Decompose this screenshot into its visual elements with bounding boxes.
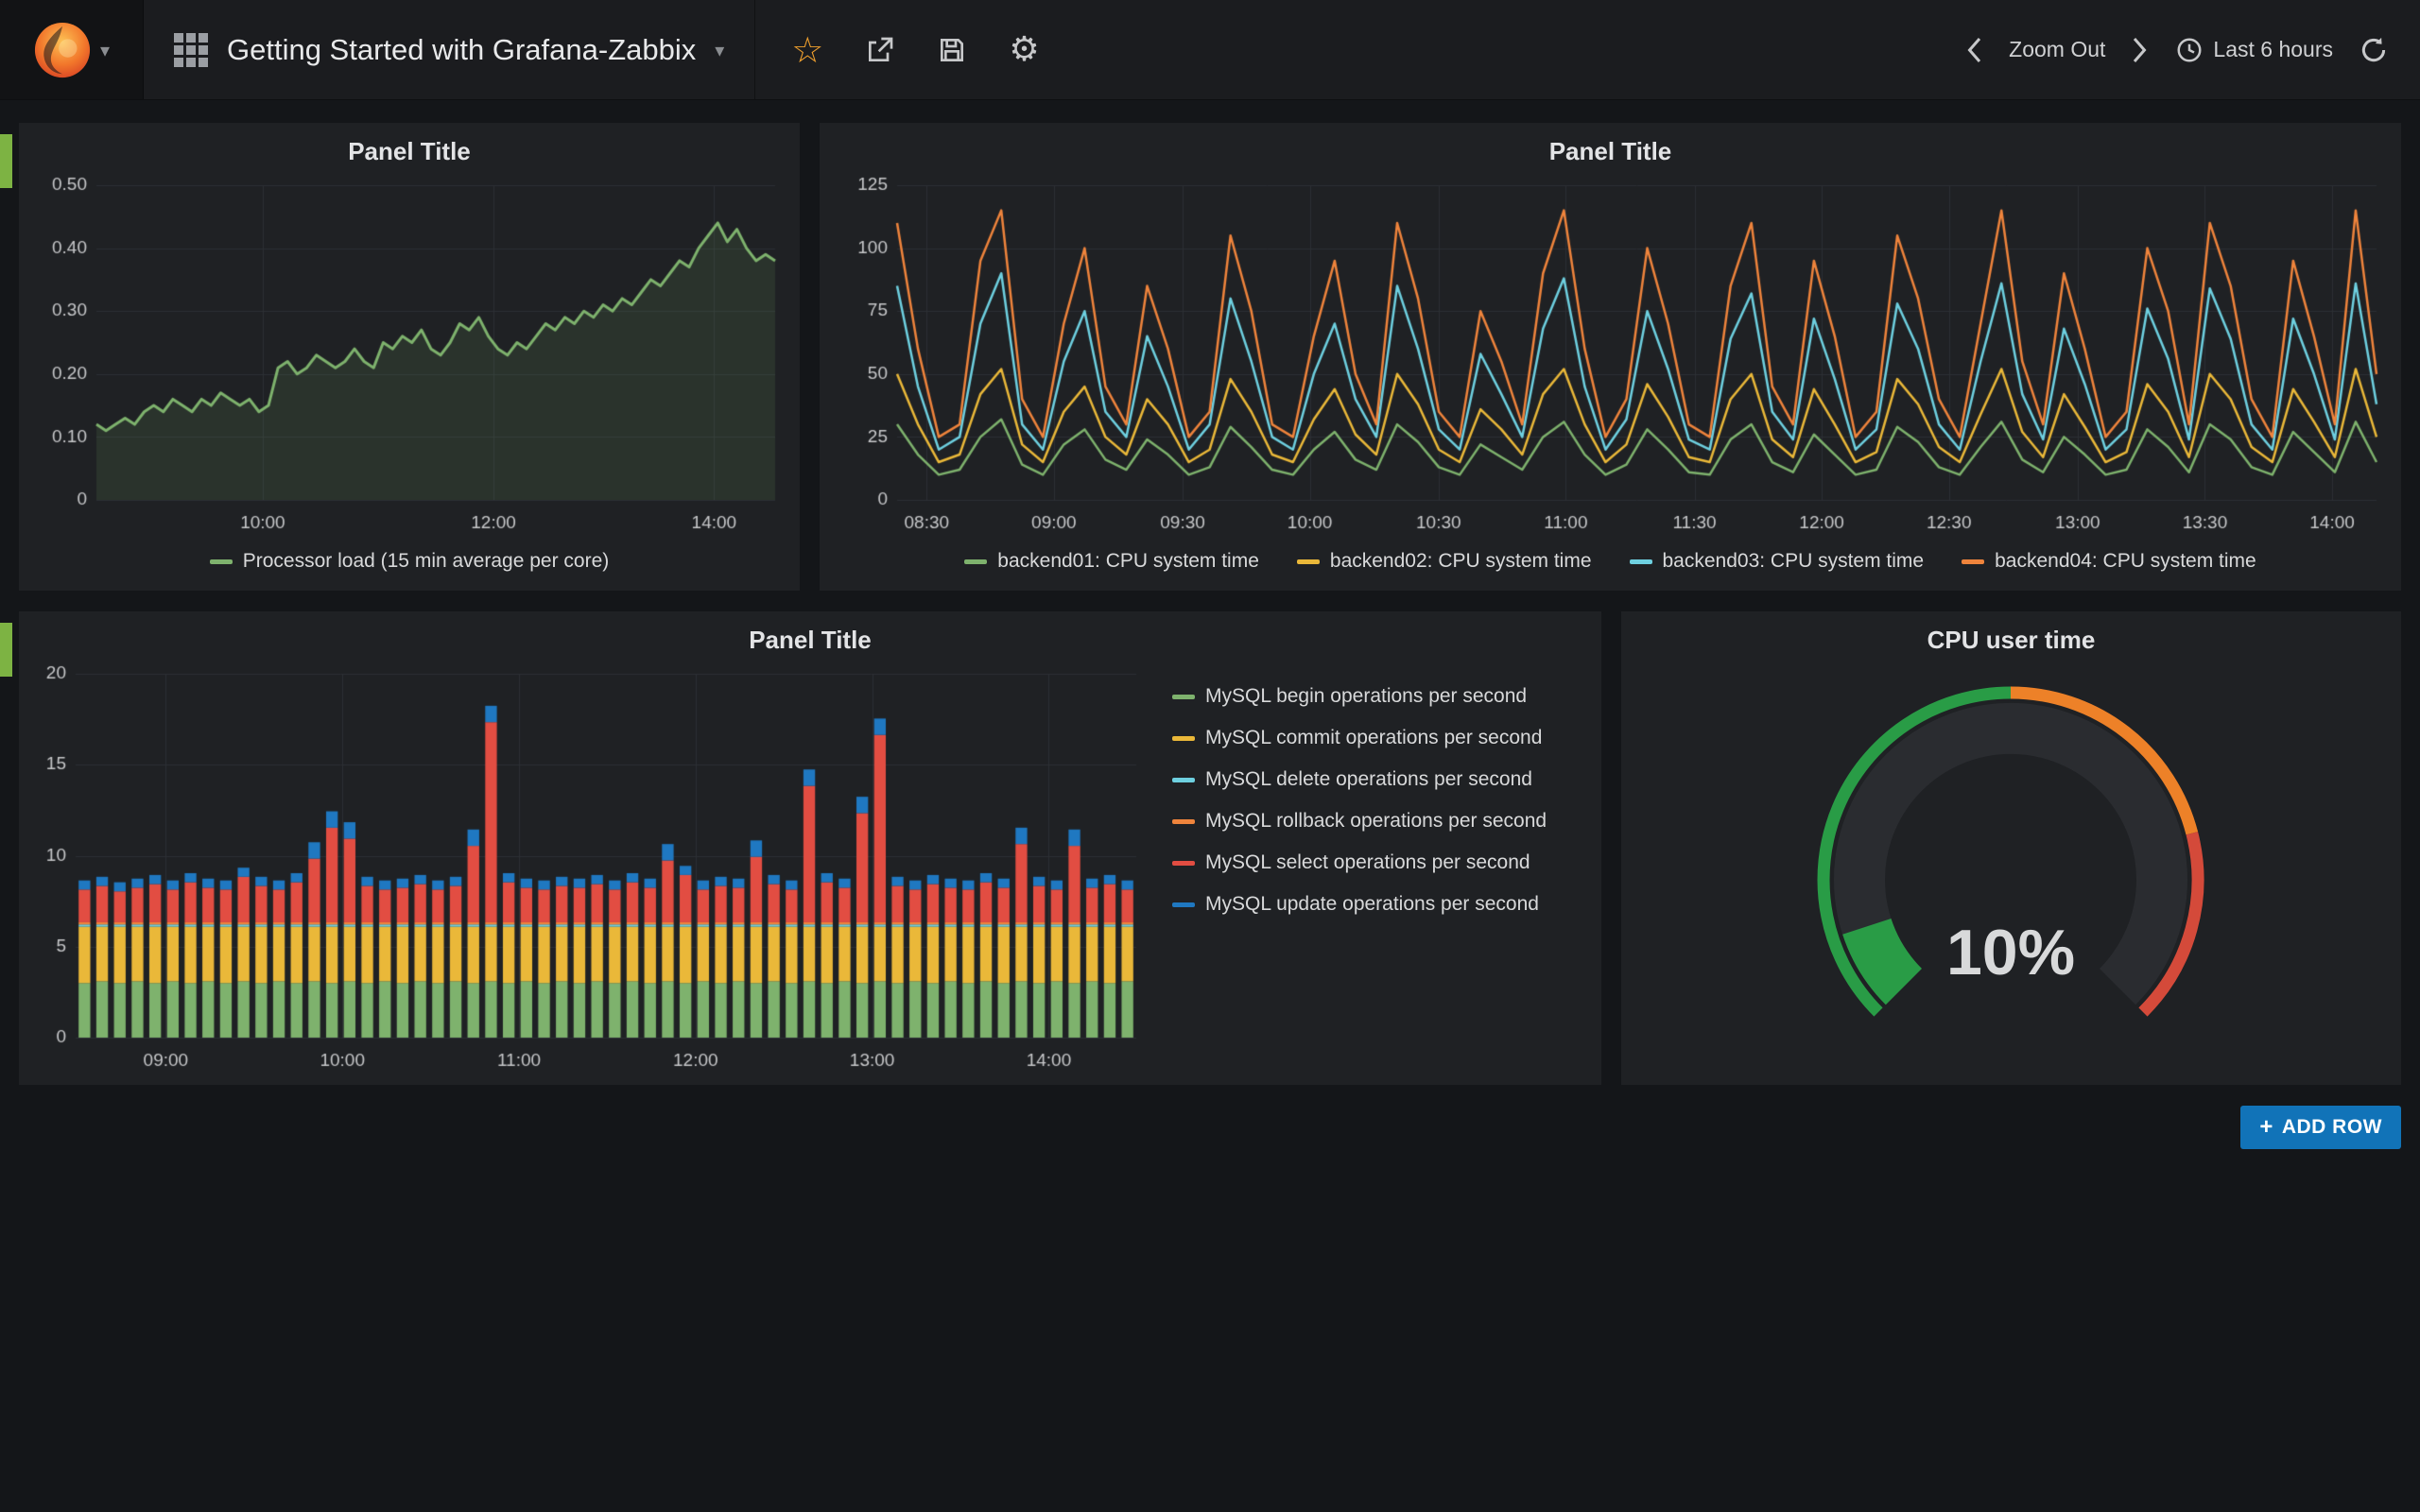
dashboard-grid-icon [174,33,208,67]
legend-color-swatch [1962,559,1984,564]
legend: Processor load (15 min average per core) [26,540,792,583]
legend-color-swatch [1172,736,1195,741]
legend-label: backend04: CPU system time [1995,550,2256,573]
panel-title[interactable]: CPU user time [1629,619,2394,661]
legend-item[interactable]: MySQL update operations per second [1172,893,1586,916]
panel-cpu-system-time: Panel Title backend01: CPU system time b… [820,123,2401,591]
row-toggle-handle[interactable] [0,134,12,188]
save-icon [937,35,967,65]
add-row-button[interactable]: + ADD ROW [2240,1106,2401,1149]
legend-label: MySQL delete operations per second [1205,768,1532,791]
gear-icon: ⚙ [1009,33,1039,67]
chevron-down-icon: ▾ [715,39,724,61]
add-row-bar: + ADD ROW [19,1106,2401,1149]
legend-label: backend02: CPU system time [1330,550,1592,573]
zoom-out-button[interactable]: Zoom Out [2009,37,2105,62]
legend-color-swatch [1172,819,1195,824]
time-shift-back-button[interactable] [1965,36,1982,64]
panel-title[interactable]: Panel Title [26,130,792,172]
legend-item[interactable]: Processor load (15 min average per core) [210,550,610,573]
chevron-left-icon [1965,36,1982,64]
legend-label: backend03: CPU system time [1663,550,1925,573]
settings-button[interactable]: ⚙ [1009,33,1039,67]
chevron-down-icon: ▾ [100,39,110,61]
legend-item[interactable]: backend03: CPU system time [1630,550,1925,573]
legend-label: backend01: CPU system time [997,550,1259,573]
legend-label: MySQL commit operations per second [1205,727,1542,749]
panel-title[interactable]: Panel Title [26,619,1594,661]
legend-label: MySQL select operations per second [1205,851,1530,874]
legend-label: MySQL update operations per second [1205,893,1539,916]
legend-item[interactable]: MySQL select operations per second [1172,851,1586,874]
time-range-button[interactable]: Last 6 hours [2175,36,2333,64]
dashboard-actions: ☆ ⚙ [754,0,1075,99]
panel-processor-load: Panel Title Processor load (15 min avera… [19,123,800,591]
panel-mysql-operations: Panel Title MySQL begin operations per s… [19,611,1601,1085]
panel-title[interactable]: Panel Title [827,130,2394,172]
time-shift-forward-button[interactable] [2132,36,2149,64]
time-range-label: Last 6 hours [2213,37,2333,62]
dashboard-title: Getting Started with Grafana-Zabbix [227,33,696,67]
legend-color-swatch [964,559,987,564]
clock-icon [2175,36,2204,64]
dashboard-row-1: Panel Title Processor load (15 min avera… [19,123,2401,591]
dashboard-title-button[interactable]: Getting Started with Grafana-Zabbix ▾ [144,0,754,99]
navbar: ▾ Getting Started with Grafana-Zabbix ▾ … [0,0,2420,100]
dashboard-body: Panel Title Processor load (15 min avera… [0,100,2420,1149]
chevron-right-icon [2132,36,2149,64]
processor-load-chart[interactable] [26,172,792,540]
legend-color-swatch [1630,559,1652,564]
plus-icon: + [2259,1116,2273,1139]
legend-item[interactable]: MySQL delete operations per second [1172,768,1586,791]
legend-color-swatch [1172,902,1195,907]
legend-item[interactable]: backend02: CPU system time [1297,550,1592,573]
legend-label: MySQL begin operations per second [1205,685,1527,708]
star-button[interactable]: ☆ [791,32,823,68]
time-controls: Zoom Out Last 6 hours [1965,36,2420,64]
legend-item[interactable]: MySQL begin operations per second [1172,685,1586,708]
legend-color-swatch [1172,778,1195,782]
legend-item[interactable]: MySQL commit operations per second [1172,727,1586,749]
share-button[interactable] [865,35,895,65]
legend-label: MySQL rollback operations per second [1205,810,1547,833]
legend-color-swatch [1172,861,1195,866]
mysql-operations-chart[interactable] [26,661,1150,1077]
legend-item[interactable]: backend04: CPU system time [1962,550,2256,573]
cpu-user-time-gauge: 10% [1629,661,2394,1077]
legend: backend01: CPU system time backend02: CP… [827,540,2394,583]
legend-label: Processor load (15 min average per core) [243,550,610,573]
star-icon: ☆ [791,32,823,68]
legend: MySQL begin operations per second MySQL … [1150,661,1594,1077]
cpu-system-time-chart[interactable] [827,172,2394,540]
grafana-logo-button[interactable]: ▾ [0,0,144,99]
grafana-logo-icon [33,21,92,79]
legend-color-swatch [1172,695,1195,699]
row-toggle-handle[interactable] [0,623,12,677]
svg-text:10%: 10% [1946,917,2075,988]
legend-item[interactable]: MySQL rollback operations per second [1172,810,1586,833]
dashboard-row-2: Panel Title MySQL begin operations per s… [19,611,2401,1085]
share-icon [865,35,895,65]
legend-item[interactable]: backend01: CPU system time [964,550,1259,573]
legend-color-swatch [210,559,233,564]
save-button[interactable] [937,35,967,65]
legend-color-swatch [1297,559,1320,564]
refresh-button[interactable] [2360,36,2388,64]
panel-cpu-user-time-gauge: CPU user time 10% [1621,611,2401,1085]
refresh-icon [2360,36,2388,64]
